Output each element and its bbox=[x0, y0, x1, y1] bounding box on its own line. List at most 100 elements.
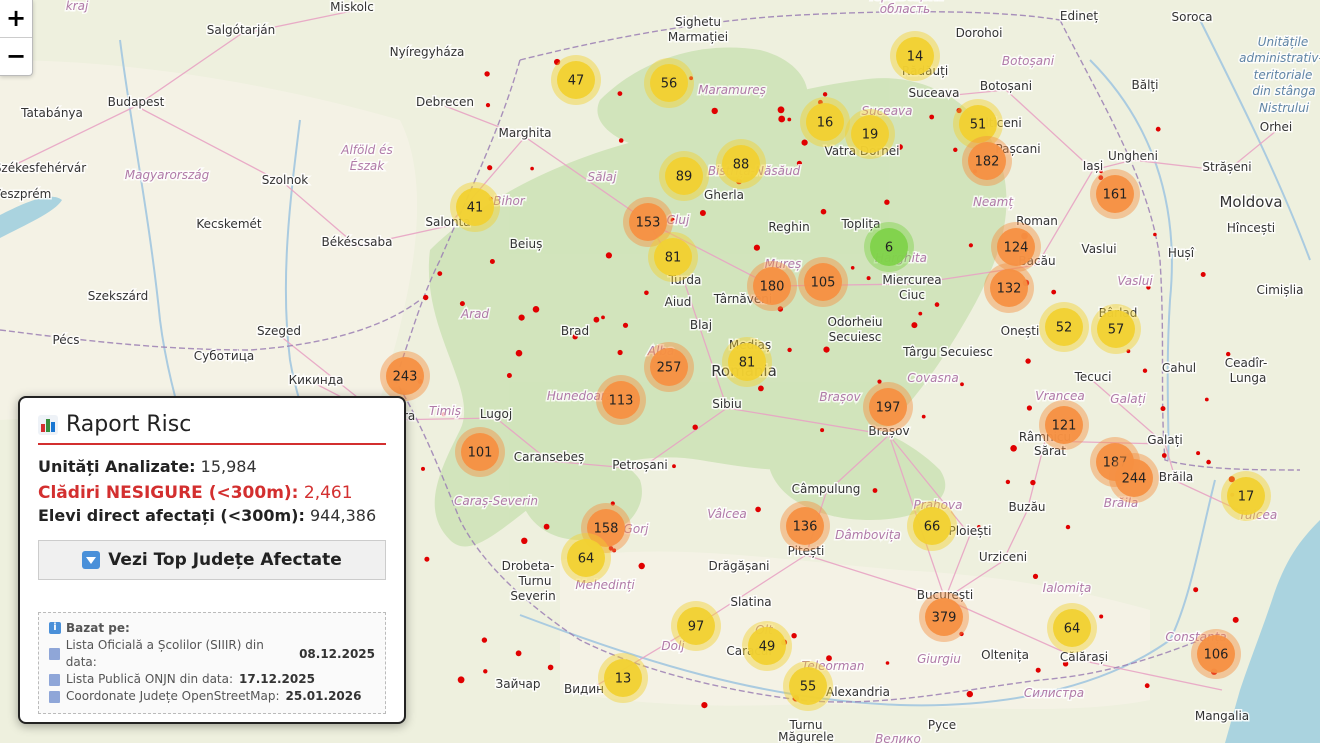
risk-dot[interactable] bbox=[1010, 445, 1017, 452]
risk-dot[interactable] bbox=[622, 322, 629, 328]
risk-dot[interactable] bbox=[1030, 479, 1036, 486]
risk-dot[interactable] bbox=[755, 506, 761, 513]
risk-dot[interactable] bbox=[966, 690, 973, 698]
risk-dot[interactable] bbox=[850, 266, 855, 270]
cluster-marker[interactable]: 81 bbox=[722, 337, 772, 387]
risk-dot[interactable] bbox=[617, 349, 623, 356]
risk-dot[interactable] bbox=[918, 311, 923, 316]
risk-dot[interactable] bbox=[866, 276, 871, 281]
risk-dot[interactable] bbox=[638, 562, 645, 570]
risk-dot[interactable] bbox=[1155, 126, 1161, 132]
cluster-marker[interactable]: 132 bbox=[984, 263, 1034, 313]
risk-dot[interactable] bbox=[489, 259, 495, 264]
cluster-marker[interactable]: 66 bbox=[907, 501, 957, 551]
risk-dot[interactable] bbox=[822, 92, 828, 97]
top-counties-button[interactable]: Vezi Top Județe Afectate bbox=[38, 540, 386, 580]
risk-dot[interactable] bbox=[1025, 358, 1031, 364]
cluster-marker[interactable]: 105 bbox=[798, 257, 848, 307]
risk-dot[interactable] bbox=[801, 139, 808, 146]
risk-dot[interactable] bbox=[506, 373, 512, 378]
cluster-marker[interactable]: 19 bbox=[845, 109, 895, 159]
risk-dot[interactable] bbox=[485, 103, 491, 108]
risk-dot[interactable] bbox=[820, 428, 825, 433]
cluster-marker[interactable]: 55 bbox=[783, 661, 833, 711]
risk-dot[interactable] bbox=[1032, 573, 1039, 580]
risk-dot[interactable] bbox=[791, 633, 797, 639]
risk-dot[interactable] bbox=[543, 523, 550, 530]
risk-dot[interactable] bbox=[593, 316, 600, 323]
risk-dot[interactable] bbox=[487, 165, 493, 171]
risk-dot[interactable] bbox=[921, 414, 926, 419]
cluster-marker[interactable]: 52 bbox=[1039, 302, 1089, 352]
risk-dot[interactable] bbox=[601, 315, 605, 320]
risk-dot[interactable] bbox=[884, 199, 890, 205]
risk-dot[interactable] bbox=[515, 650, 522, 657]
risk-dot[interactable] bbox=[787, 117, 792, 122]
risk-dot[interactable] bbox=[701, 702, 708, 709]
risk-dot[interactable] bbox=[515, 349, 523, 357]
risk-dot[interactable] bbox=[481, 637, 488, 643]
cluster-marker[interactable]: 180 bbox=[747, 261, 797, 311]
risk-dot[interactable] bbox=[617, 91, 623, 96]
risk-dot[interactable] bbox=[934, 302, 940, 307]
cluster-marker[interactable]: 13 bbox=[598, 653, 648, 703]
risk-dot[interactable] bbox=[521, 537, 528, 544]
risk-dot[interactable] bbox=[787, 347, 792, 353]
risk-dot[interactable] bbox=[1204, 397, 1209, 402]
zoom-out-button[interactable]: − bbox=[0, 37, 32, 75]
risk-dot[interactable] bbox=[1144, 683, 1150, 689]
risk-dot[interactable] bbox=[437, 271, 443, 276]
risk-dot[interactable] bbox=[532, 306, 540, 313]
cluster-marker[interactable]: 41 bbox=[450, 182, 500, 232]
risk-dot[interactable] bbox=[758, 385, 764, 392]
risk-dot[interactable] bbox=[777, 106, 785, 114]
risk-dot[interactable] bbox=[1051, 289, 1057, 295]
cluster-marker[interactable]: 257 bbox=[644, 342, 694, 392]
risk-dot[interactable] bbox=[530, 166, 534, 171]
cluster-marker[interactable]: 182 bbox=[962, 136, 1012, 186]
risk-dot[interactable] bbox=[1153, 232, 1157, 237]
cluster-marker[interactable]: 243 bbox=[380, 351, 430, 401]
cluster-marker[interactable]: 47 bbox=[551, 55, 601, 105]
risk-dot[interactable] bbox=[424, 556, 430, 562]
risk-dot[interactable] bbox=[547, 664, 554, 671]
risk-dot[interactable] bbox=[421, 466, 425, 471]
cluster-marker[interactable]: 113 bbox=[596, 375, 646, 425]
zoom-in-button[interactable]: + bbox=[0, 0, 32, 37]
risk-dot[interactable] bbox=[1099, 614, 1104, 619]
risk-dot[interactable] bbox=[423, 294, 429, 301]
risk-dot[interactable] bbox=[1142, 368, 1148, 373]
risk-dot[interactable] bbox=[692, 424, 698, 430]
risk-dot[interactable] bbox=[1200, 272, 1206, 277]
cluster-marker[interactable]: 56 bbox=[644, 58, 694, 108]
risk-dot[interactable] bbox=[459, 301, 465, 307]
risk-dot[interactable] bbox=[823, 346, 830, 353]
risk-dot[interactable] bbox=[644, 290, 649, 296]
cluster-marker[interactable]: 379 bbox=[919, 592, 969, 642]
cluster-marker[interactable]: 6 bbox=[864, 222, 914, 272]
risk-dot[interactable] bbox=[929, 114, 935, 120]
risk-dot[interactable] bbox=[1232, 616, 1239, 623]
risk-dot[interactable] bbox=[1035, 667, 1041, 673]
cluster-marker[interactable]: 106 bbox=[1191, 629, 1241, 679]
cluster-marker[interactable]: 244 bbox=[1109, 453, 1159, 503]
risk-dot[interactable] bbox=[1026, 405, 1032, 411]
cluster-marker[interactable]: 49 bbox=[742, 621, 792, 671]
risk-dot[interactable] bbox=[1193, 587, 1199, 593]
risk-dot[interactable] bbox=[778, 115, 786, 123]
risk-dot[interactable] bbox=[1196, 451, 1201, 456]
risk-dot[interactable] bbox=[820, 208, 827, 215]
cluster-marker[interactable]: 88 bbox=[716, 139, 766, 189]
risk-dot[interactable] bbox=[518, 314, 525, 321]
risk-dot[interactable] bbox=[484, 71, 490, 77]
risk-dot[interactable] bbox=[960, 382, 964, 387]
risk-dot[interactable] bbox=[885, 661, 890, 665]
risk-dot[interactable] bbox=[605, 252, 613, 259]
risk-dot[interactable] bbox=[457, 676, 465, 684]
risk-dot[interactable] bbox=[911, 322, 918, 329]
cluster-marker[interactable]: 81 bbox=[648, 232, 698, 282]
risk-dot[interactable] bbox=[672, 464, 676, 469]
cluster-marker[interactable]: 161 bbox=[1090, 169, 1140, 219]
risk-dot[interactable] bbox=[1065, 524, 1071, 530]
risk-dot[interactable] bbox=[753, 244, 761, 251]
